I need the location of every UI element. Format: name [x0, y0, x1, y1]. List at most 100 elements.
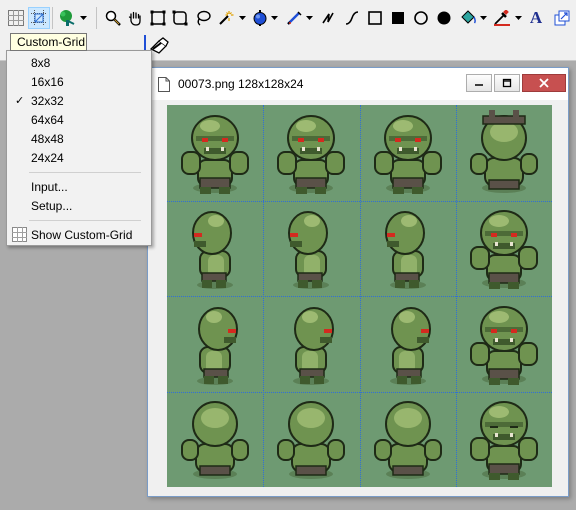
orc-sprite-back-pack [469, 109, 538, 193]
chevron-down-icon [270, 16, 278, 20]
menu-item-label: 16x16 [31, 74, 64, 89]
pen-icon [287, 11, 302, 25]
text-icon: A [529, 8, 543, 27]
document-icon [158, 77, 170, 92]
select-rounded-icon [172, 10, 188, 26]
minimize-icon [475, 84, 483, 86]
color-replace-button[interactable] [250, 8, 270, 28]
hand-icon [128, 11, 141, 26]
filled-rectangle-icon [392, 12, 404, 24]
maximize-icon [502, 78, 512, 88]
curve-button[interactable] [342, 8, 362, 28]
main-toolbar: A [0, 0, 576, 35]
zoom-icon [105, 10, 121, 26]
close-icon [539, 78, 549, 88]
filled-rectangle-button[interactable] [388, 8, 408, 28]
select-rounded-button[interactable] [170, 8, 190, 28]
line-button[interactable] [318, 8, 338, 28]
orc-sprite-side-left [288, 211, 330, 290]
grid-line-horizontal [167, 296, 552, 297]
filled-ellipse-button[interactable] [434, 8, 454, 28]
zoom-button[interactable] [103, 8, 123, 28]
chevron-down-icon [79, 16, 87, 20]
grid-icon [8, 10, 24, 26]
ellipse-icon [414, 11, 428, 25]
menu-item-input[interactable]: Input... [8, 177, 150, 196]
tooltip: Custom-Grid [10, 33, 87, 51]
custom-grid-icon [31, 10, 47, 26]
orc-sprite-front [277, 114, 346, 194]
select-rect-icon [150, 10, 166, 26]
line-icon [322, 12, 334, 24]
pen-dropdown-arrow[interactable] [305, 9, 313, 27]
hand-button[interactable] [125, 8, 145, 28]
orc-sprite-side-left [384, 211, 426, 290]
picker-dropdown-arrow[interactable] [514, 9, 522, 27]
menu-item-label: 24x24 [31, 150, 64, 165]
resize-button[interactable] [552, 8, 572, 28]
resize-icon [554, 10, 570, 26]
text-button[interactable]: A [526, 8, 546, 28]
rectangle-icon [368, 11, 382, 25]
close-button[interactable] [522, 74, 566, 92]
menu-item-32x32[interactable]: ✓ 32x32 [8, 91, 150, 110]
select-rect-button[interactable] [148, 8, 168, 28]
fill-dropdown-arrow[interactable] [479, 9, 487, 27]
minimize-button[interactable] [466, 74, 492, 92]
menu-item-show-custom-grid[interactable]: Show Custom-Grid [8, 225, 150, 244]
custom-grid-menu: 8x8 16x16 ✓ 32x32 64x64 48x48 24x24 Inpu… [6, 50, 152, 246]
orc-sprite-back [373, 401, 442, 480]
color-picker-button[interactable] [492, 8, 512, 28]
color-replace-icon [253, 10, 267, 26]
curve-icon [345, 11, 359, 25]
orc-sprite-front [181, 114, 250, 194]
color-picker-icon [494, 10, 510, 26]
orc-sprite-back [277, 401, 346, 480]
lasso-button[interactable] [193, 8, 213, 28]
replace-dropdown-arrow[interactable] [270, 9, 278, 27]
magic-wand-button[interactable] [216, 8, 236, 28]
chevron-down-icon [305, 16, 313, 20]
orc-sprite-side-right [389, 306, 431, 385]
menu-separator [29, 220, 141, 221]
chevron-down-icon [479, 16, 487, 20]
menu-item-label: Setup... [31, 198, 73, 213]
rectangle-button[interactable] [365, 8, 385, 28]
tree-button[interactable] [57, 8, 77, 28]
wand-dropdown-arrow[interactable] [238, 9, 246, 27]
orc-sprite-front [373, 114, 442, 194]
grid-icon [12, 227, 27, 242]
custom-grid-button[interactable] [28, 7, 50, 29]
menu-item-label: 48x48 [31, 131, 64, 146]
filled-ellipse-icon [437, 11, 451, 25]
grid-button[interactable] [6, 8, 26, 28]
magic-wand-icon [219, 11, 234, 25]
maximize-button[interactable] [494, 74, 520, 92]
eraser-icon [149, 37, 169, 54]
chevron-down-icon [514, 16, 522, 20]
orc-sprite-side-right [293, 306, 335, 385]
image-canvas[interactable] [167, 105, 552, 487]
menu-item-24x24[interactable]: 24x24 [8, 148, 150, 167]
image-window-title: 00073.png 128x128x24 [178, 77, 304, 91]
image-window-titlebar[interactable]: 00073.png 128x128x24 [148, 68, 568, 100]
image-window[interactable]: 00073.png 128x128x24 [147, 67, 569, 497]
menu-item-16x16[interactable]: 16x16 [8, 72, 150, 91]
grid-line-horizontal [167, 201, 552, 202]
grid-line-horizontal [167, 392, 552, 393]
ellipse-button[interactable] [411, 8, 431, 28]
pen-button[interactable] [285, 8, 305, 28]
menu-item-64x64[interactable]: 64x64 [8, 110, 150, 129]
orc-sprite-side-right [197, 306, 239, 385]
menu-item-8x8[interactable]: 8x8 [8, 53, 150, 72]
orc-sprite-front [469, 210, 538, 290]
lasso-icon [197, 10, 211, 26]
menu-item-48x48[interactable]: 48x48 [8, 129, 150, 148]
menu-item-setup[interactable]: Setup... [8, 196, 150, 215]
fill-icon [461, 10, 476, 24]
fill-button[interactable] [458, 8, 478, 28]
tree-dropdown-arrow[interactable] [79, 9, 87, 27]
menu-item-label: 64x64 [31, 112, 64, 127]
menu-item-label: 8x8 [31, 55, 51, 70]
menu-item-label: Input... [31, 179, 68, 194]
